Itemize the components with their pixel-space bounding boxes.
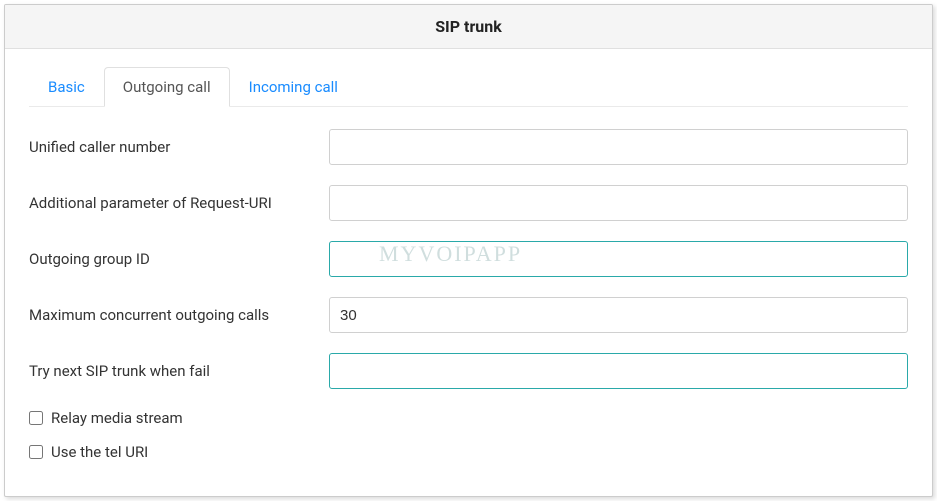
label-relay-media: Relay media stream: [51, 409, 183, 427]
row-unified-caller: Unified caller number: [29, 129, 908, 165]
row-relay-media: Relay media stream: [29, 409, 908, 427]
tab-basic[interactable]: Basic: [29, 67, 104, 107]
row-outgoing-group: MYVOIPAPP Outgoing group ID: [29, 241, 908, 277]
input-unified-caller[interactable]: [329, 129, 908, 165]
checkbox-relay-media[interactable]: [29, 411, 43, 425]
tab-incoming-call[interactable]: Incoming call: [230, 67, 357, 107]
input-additional-param[interactable]: [329, 185, 908, 221]
sip-trunk-panel: SIP trunk Basic Outgoing call Incoming c…: [4, 4, 933, 497]
row-max-concurrent: Maximum concurrent outgoing calls: [29, 297, 908, 333]
label-outgoing-group: Outgoing group ID: [29, 250, 329, 268]
row-use-tel-uri: Use the tel URI: [29, 443, 908, 461]
input-max-concurrent[interactable]: [329, 297, 908, 333]
tabs: Basic Outgoing call Incoming call: [29, 67, 908, 107]
label-try-next: Try next SIP trunk when fail: [29, 362, 329, 380]
row-try-next: Try next SIP trunk when fail: [29, 353, 908, 389]
checkbox-use-tel-uri[interactable]: [29, 445, 43, 459]
input-outgoing-group[interactable]: [329, 241, 908, 277]
label-additional-param: Additional parameter of Request-URI: [29, 194, 329, 212]
label-max-concurrent: Maximum concurrent outgoing calls: [29, 306, 329, 324]
label-use-tel-uri: Use the tel URI: [51, 443, 148, 461]
input-try-next[interactable]: [329, 353, 908, 389]
label-unified-caller: Unified caller number: [29, 138, 329, 156]
tab-outgoing-call[interactable]: Outgoing call: [104, 67, 230, 107]
panel-body: Basic Outgoing call Incoming call Unifie…: [5, 49, 932, 461]
panel-title: SIP trunk: [5, 5, 932, 49]
row-additional-param: Additional parameter of Request-URI: [29, 185, 908, 221]
